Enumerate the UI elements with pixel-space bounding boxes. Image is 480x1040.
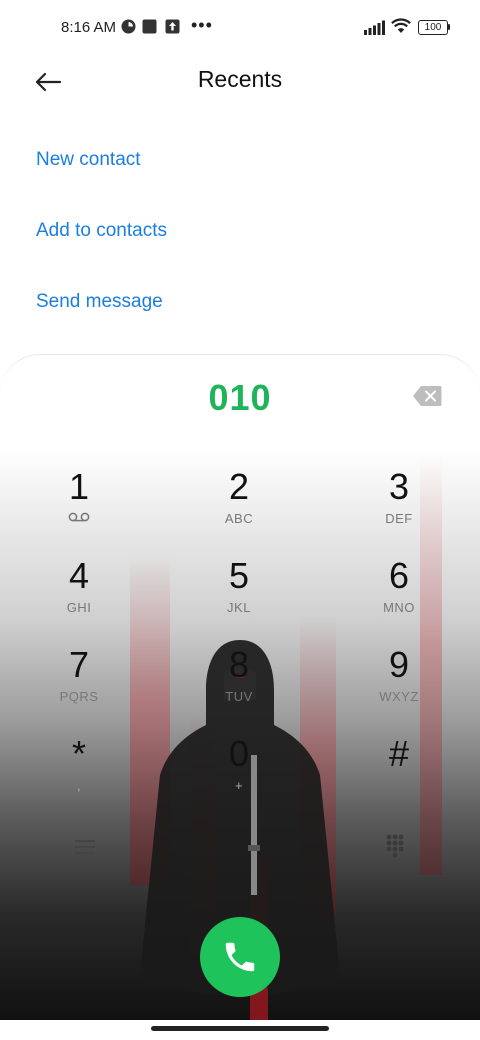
key-letters: JKL [227, 600, 251, 615]
page-title: Recents [197, 66, 283, 92]
menu-icon[interactable] [70, 835, 100, 859]
dialed-number[interactable]: 010 [0, 377, 480, 419]
key-letters: ABC [224, 511, 254, 526]
key-letters: TUV [225, 689, 253, 704]
battery-tip [448, 24, 450, 30]
more-notifications-icon: ••• [191, 15, 213, 35]
key-letters: + [234, 778, 244, 793]
send-message-link[interactable]: Send message [36, 291, 163, 313]
upload-notification-icon [165, 19, 180, 34]
backspace-icon[interactable] [412, 385, 442, 407]
key-digit: 1 [68, 466, 90, 507]
key-letters: MNO [383, 600, 415, 615]
add-to-contacts-link[interactable]: Add to contacts [36, 220, 167, 242]
key-2[interactable]: 2 ABC [179, 467, 299, 551]
dialer-panel: 010 1 2 ABC 3 DEF 4 GHI 5 JKL 6 MNO 7 PQ… [0, 354, 480, 1020]
status-bar: 8:16 AM ••• 100 [0, 0, 480, 56]
key-8[interactable]: 8 TUV [179, 645, 299, 729]
key-letters: DEF [385, 511, 413, 526]
key-letters: PQRS [59, 689, 99, 704]
key-3[interactable]: 3 DEF [339, 467, 459, 551]
key-0[interactable]: 0 + [179, 734, 299, 818]
key-digit: 7 [68, 644, 90, 685]
key-6[interactable]: 6 MNO [339, 556, 459, 640]
key-9[interactable]: 9 WXYZ [339, 645, 459, 729]
key-5[interactable]: 5 JKL [179, 556, 299, 640]
key-letters: GHI [66, 600, 92, 615]
key-digit: 0 [228, 733, 250, 774]
wifi-icon [391, 18, 411, 33]
key-hash[interactable]: # [339, 734, 459, 818]
call-button[interactable] [200, 917, 280, 997]
key-digit: # [388, 733, 410, 774]
key-star[interactable]: * , [19, 734, 139, 818]
status-time: 8:16 AM [61, 19, 117, 36]
key-letters: , [76, 778, 82, 793]
key-7[interactable]: 7 PQRS [19, 645, 139, 729]
battery-icon: 100 [418, 20, 448, 35]
navigation-bar [0, 1020, 480, 1040]
key-digit: 4 [68, 555, 90, 596]
key-4[interactable]: 4 GHI [19, 556, 139, 640]
key-digit: 3 [388, 466, 410, 507]
square-notification-icon [142, 19, 157, 34]
home-indicator[interactable] [151, 1026, 329, 1031]
key-1[interactable]: 1 [19, 467, 139, 551]
key-digit: 6 [388, 555, 410, 596]
new-contact-link[interactable]: New contact [36, 149, 141, 171]
key-digit: 9 [388, 644, 410, 685]
key-digit: 8 [228, 644, 250, 685]
keypad-icon[interactable] [380, 831, 410, 861]
voicemail-icon [68, 512, 90, 522]
key-digit: * [71, 733, 86, 774]
phone-icon [225, 942, 255, 972]
signal-icon [364, 20, 385, 35]
key-digit: 2 [228, 466, 250, 507]
key-digit: 5 [228, 555, 250, 596]
key-letters: WXYZ [379, 689, 419, 704]
battery-level: 100 [424, 21, 442, 33]
app-notification-icon [121, 19, 136, 34]
